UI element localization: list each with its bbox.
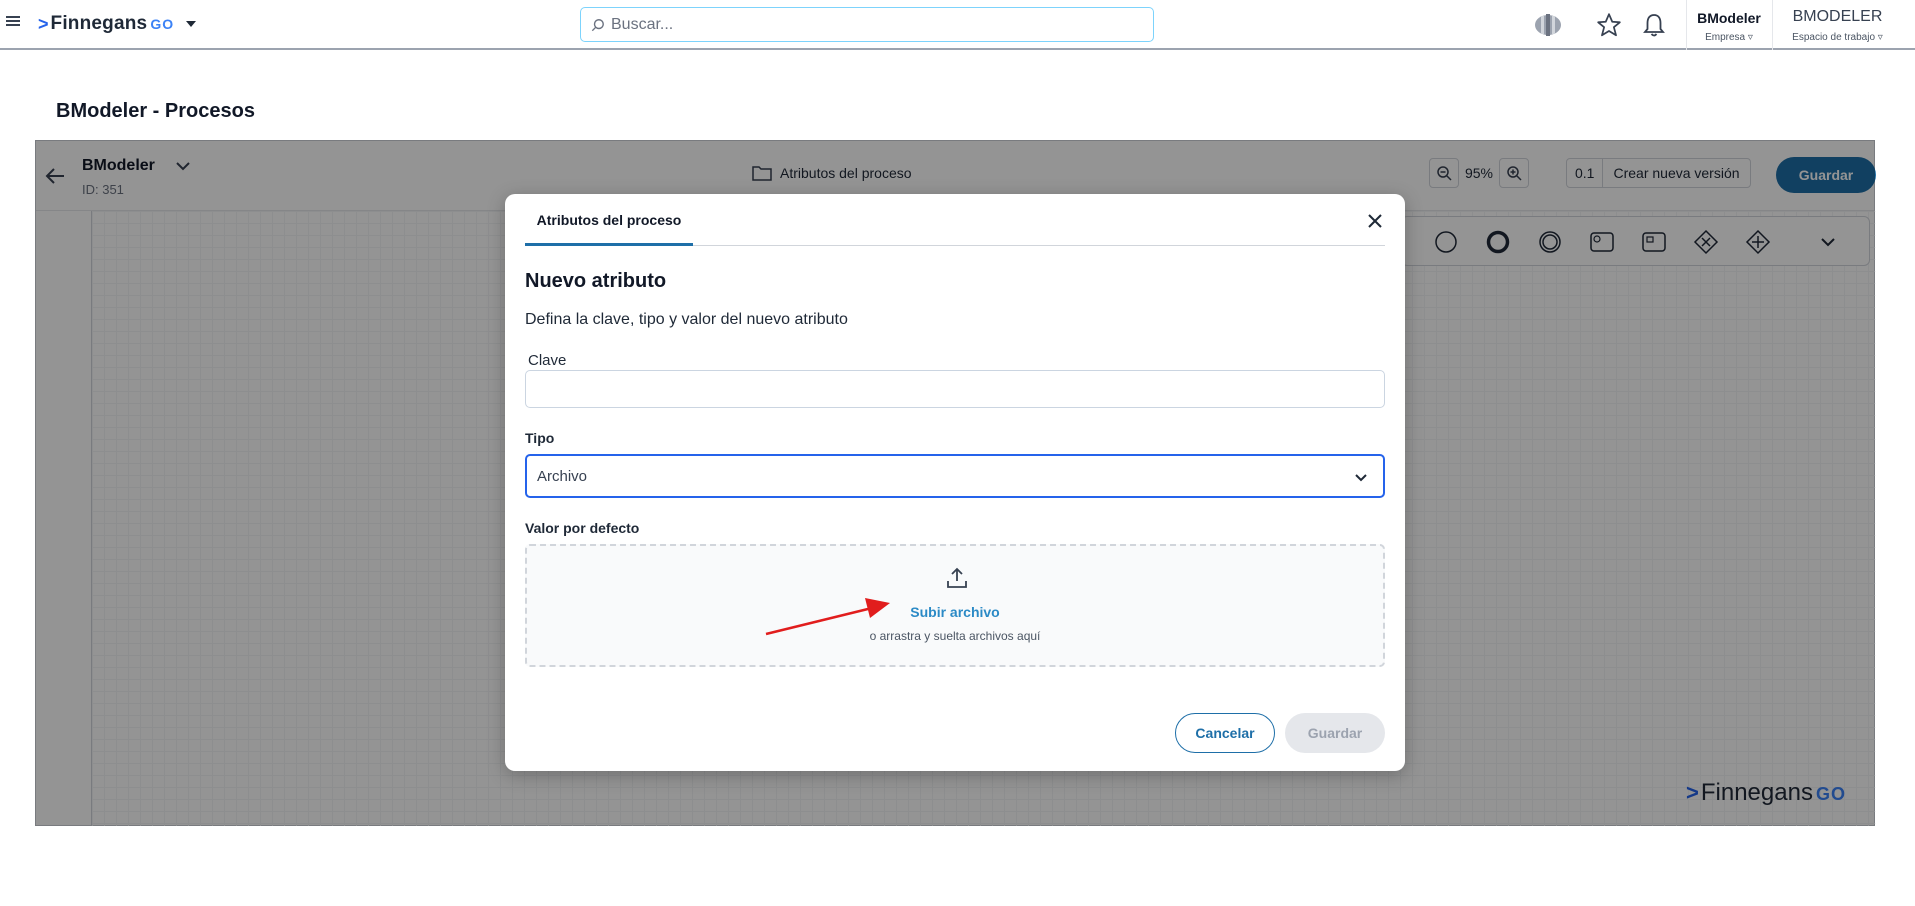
tab-process-attributes[interactable]: Atributos del proceso xyxy=(525,194,693,246)
dialog-tabs: Atributos del proceso xyxy=(525,194,1385,246)
upload-file-link[interactable]: Subir archivo xyxy=(527,604,1383,620)
bell-icon[interactable] xyxy=(1639,10,1669,40)
close-icon[interactable] xyxy=(1365,211,1385,231)
default-value-label: Valor por defecto xyxy=(525,520,640,536)
brand-name: Finnegans xyxy=(50,13,148,34)
apps-orb-icon[interactable] xyxy=(1533,10,1563,40)
type-select[interactable]: Archivo xyxy=(525,454,1385,498)
key-label: Clave xyxy=(528,352,567,369)
workspace-selector[interactable]: BMODELER Espacio de trabajo xyxy=(1772,0,1902,50)
brand-logo[interactable]: > Finnegans GO xyxy=(38,12,197,36)
brand-chevron-icon: > xyxy=(38,13,49,34)
company-name: BModeler xyxy=(1697,10,1761,26)
key-input[interactable] xyxy=(526,371,1384,407)
chevron-down-icon xyxy=(1355,474,1367,482)
menu-icon[interactable] xyxy=(6,14,20,28)
brand-suffix: GO xyxy=(150,16,175,32)
dialog-description: Defina la clave, tipo y valor del nuevo … xyxy=(525,311,848,328)
star-icon[interactable] xyxy=(1594,10,1624,40)
upload-hint: o arrastra y suelta archivos aquí xyxy=(869,629,1041,643)
company-label: Empresa xyxy=(1687,32,1771,43)
workspace-label: Espacio de trabajo xyxy=(1773,32,1902,43)
search-input[interactable] xyxy=(611,15,1131,34)
brand-dropdown-icon[interactable] xyxy=(186,21,197,27)
file-dropzone[interactable]: Subir archivo o arrastra y suelta archiv… xyxy=(525,544,1385,667)
company-selector[interactable]: BModeler Empresa xyxy=(1686,0,1771,50)
page-title: BModeler - Procesos xyxy=(56,100,255,122)
new-attribute-dialog: Atributos del proceso Nuevo atributo Def… xyxy=(505,194,1405,771)
cancel-button[interactable]: Cancelar xyxy=(1175,713,1275,753)
key-field[interactable] xyxy=(525,370,1385,408)
top-bar: > Finnegans GO BModeler Empresa xyxy=(0,0,1915,50)
type-select-value: Archivo xyxy=(537,467,588,485)
search-box[interactable] xyxy=(580,7,1154,42)
save-button[interactable]: Guardar xyxy=(1285,713,1385,753)
dialog-title: Nuevo atributo xyxy=(525,270,667,292)
type-label: Tipo xyxy=(525,430,555,446)
search-icon xyxy=(591,18,604,31)
upload-icon xyxy=(947,567,967,588)
workspace-name: BMODELER xyxy=(1792,8,1883,25)
